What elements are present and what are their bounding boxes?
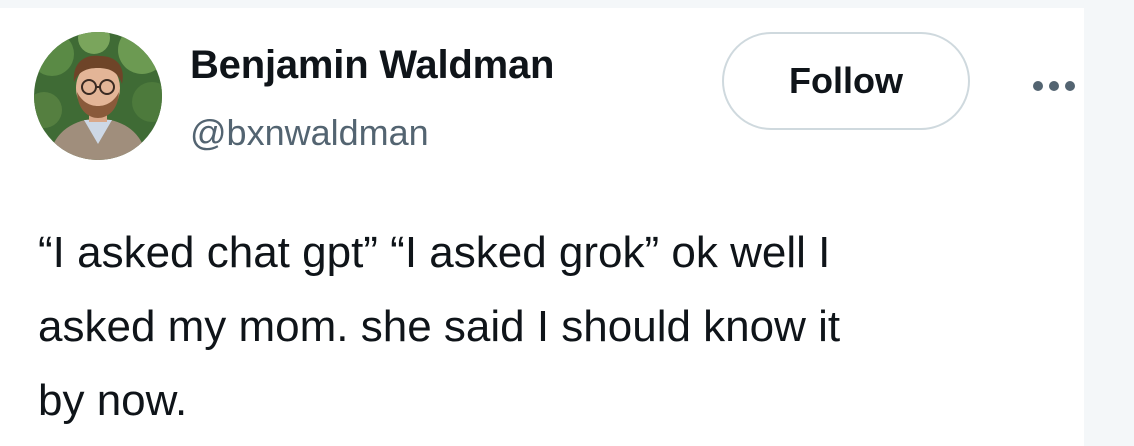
profile-photo-icon xyxy=(34,32,162,160)
author-name[interactable]: Benjamin Waldman xyxy=(190,43,554,88)
author-handle[interactable]: @bxnwaldman xyxy=(190,112,429,154)
tweet-text: “I asked chat gpt” “I asked grok” ok wel… xyxy=(38,228,841,425)
more-horizontal-icon xyxy=(1033,81,1075,91)
follow-button[interactable]: Follow xyxy=(722,32,970,130)
avatar[interactable] xyxy=(34,32,162,160)
more-options-button[interactable] xyxy=(1026,66,1082,106)
tweet-card: Benjamin Waldman @bxnwaldman Follow “I a… xyxy=(0,8,1084,446)
